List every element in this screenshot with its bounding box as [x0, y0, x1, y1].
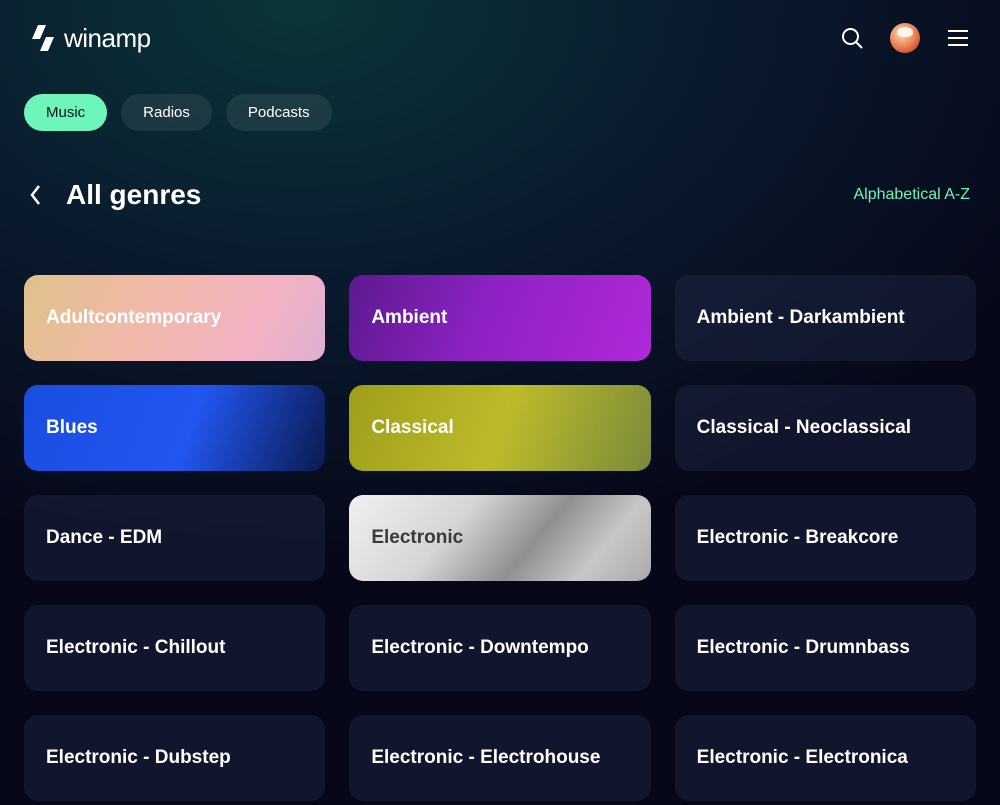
genre-label: Ambient - Darkambient	[697, 307, 905, 329]
genre-card[interactable]: Electronic - Electrohouse	[349, 715, 650, 801]
page-title: All genres	[66, 179, 201, 211]
genre-card[interactable]: Electronic - Drumnbass	[675, 605, 976, 691]
genre-label: Electronic - Chillout	[46, 637, 225, 659]
genre-label: Adultcontemporary	[46, 307, 221, 329]
title-left: All genres	[24, 179, 201, 211]
tab-podcasts[interactable]: Podcasts	[226, 94, 332, 131]
header-actions	[840, 23, 970, 53]
genre-card[interactable]: Electronic - Chillout	[24, 605, 325, 691]
genre-card[interactable]: Electronic	[349, 495, 650, 581]
logo-text: winamp	[64, 23, 151, 54]
genre-label: Dance - EDM	[46, 527, 162, 549]
genre-card[interactable]: Dance - EDM	[24, 495, 325, 581]
winamp-logo-icon	[30, 22, 56, 54]
genre-label: Ambient	[371, 307, 447, 329]
genre-card[interactable]: Ambient - Darkambient	[675, 275, 976, 361]
genre-card[interactable]: Classical	[349, 385, 650, 471]
genre-label: Blues	[46, 417, 98, 439]
search-icon[interactable]	[840, 26, 864, 50]
genre-card[interactable]: Ambient	[349, 275, 650, 361]
back-button[interactable]	[24, 183, 48, 207]
genre-card[interactable]: Classical - Neoclassical	[675, 385, 976, 471]
logo[interactable]: winamp	[30, 22, 151, 54]
genre-label: Electronic	[371, 527, 463, 549]
sort-dropdown[interactable]: Alphabetical A-Z	[853, 186, 970, 204]
genre-card[interactable]: Blues	[24, 385, 325, 471]
genre-card[interactable]: Electronic - Electronica	[675, 715, 976, 801]
title-row: All genres Alphabetical A-Z	[0, 131, 1000, 211]
genre-label: Classical	[371, 417, 453, 439]
content-tabs: Music Radios Podcasts	[0, 64, 1000, 131]
genre-label: Electronic - Electrohouse	[371, 747, 600, 769]
genre-label: Electronic - Breakcore	[697, 527, 899, 549]
genre-label: Electronic - Electronica	[697, 747, 908, 769]
genre-card[interactable]: Electronic - Dubstep	[24, 715, 325, 801]
genre-label: Electronic - Downtempo	[371, 637, 588, 659]
genre-label: Electronic - Drumnbass	[697, 637, 910, 659]
genre-card[interactable]: Electronic - Breakcore	[675, 495, 976, 581]
genre-label: Electronic - Dubstep	[46, 747, 231, 769]
header: winamp	[0, 0, 1000, 64]
tab-radios[interactable]: Radios	[121, 94, 212, 131]
tab-music[interactable]: Music	[24, 94, 107, 131]
genre-grid: Adultcontemporary Ambient Ambient - Darkam…	[0, 211, 1000, 801]
hamburger-menu-icon[interactable]	[946, 26, 970, 50]
genre-label: Classical - Neoclassical	[697, 417, 911, 439]
genre-card[interactable]: Adultcontemporary	[24, 275, 325, 361]
avatar[interactable]	[890, 23, 920, 53]
genre-card[interactable]: Electronic - Downtempo	[349, 605, 650, 691]
